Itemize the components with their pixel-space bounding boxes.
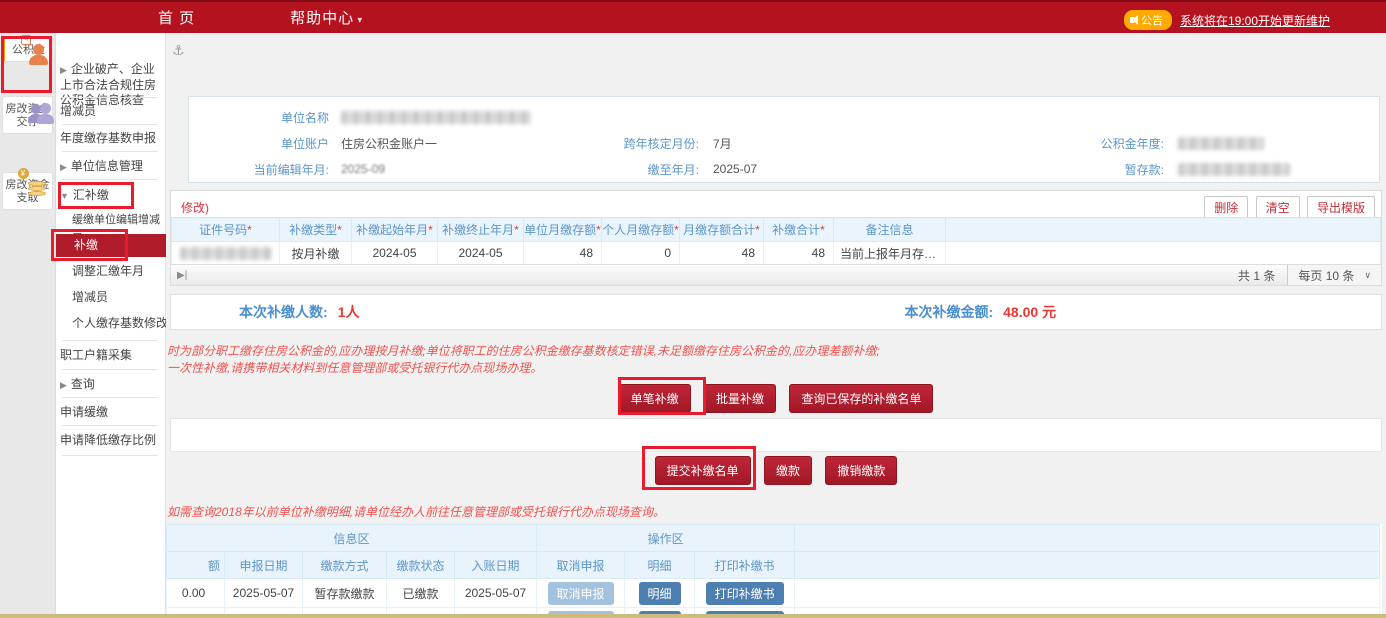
left-icon-rail: ✎ 公积金 房改资金交存 ¥ 房改资金支取 bbox=[0, 33, 56, 618]
clipped-hint-text: 修改) bbox=[181, 199, 209, 216]
submit-list-button[interactable]: 提交补缴名单 bbox=[655, 456, 751, 485]
query-saved-list-button[interactable]: 查询已保存的补缴名单 bbox=[789, 384, 933, 413]
sidebar-item-bujiao-selected[interactable]: 补缴 bbox=[56, 234, 166, 257]
sidebar-item-annual-base[interactable]: 年度缴存基数申报 bbox=[60, 131, 162, 146]
sidebar-item-add-remove[interactable]: 增减员 bbox=[60, 104, 162, 119]
print-supplement-button[interactable]: 打印补缴书 bbox=[706, 582, 784, 605]
rail-item-gongjijin[interactable]: ✎ 公积金 bbox=[2, 37, 53, 62]
single-supplement-button[interactable]: 单笔补缴 bbox=[619, 384, 691, 413]
detail-button[interactable]: 明细 bbox=[639, 582, 681, 605]
sidebar-item-household-collect[interactable]: 职工户籍采集 bbox=[60, 348, 162, 363]
summary-bar: 本次补缴人数: 1人 本次补缴金额: 48.00 元 bbox=[170, 294, 1382, 330]
submit-actions-row: 提交补缴名单 缴款 撤销缴款 bbox=[166, 456, 1386, 485]
chevron-down-icon: ∨ bbox=[1364, 270, 1371, 281]
top-header: 首 页 帮助中心▾ 公告 系统将在19:00开始更新维护 bbox=[0, 2, 1386, 33]
unit-name-label: 单位名称 bbox=[219, 109, 329, 126]
bottom-border-line bbox=[0, 614, 1386, 618]
history-column-header: 额 申报日期 缴款方式 缴款状态 入账日期 取消申报 明细 打印补缴书 bbox=[167, 552, 1380, 579]
deposit-label: 暂存款: bbox=[1039, 161, 1164, 178]
unit-info-panel: 单位名称 单位账户 住房公积金账户一 当前编辑年月: 2025-09 跨年核定月… bbox=[188, 96, 1380, 183]
clear-button[interactable]: 清空 bbox=[1256, 196, 1300, 219]
info-zone-header: 信息区 bbox=[167, 525, 537, 552]
history-panel: 信息区 操作区 额 申报日期 缴款方式 缴款状态 入账日期 取消申报 明细 打印… bbox=[166, 524, 1382, 618]
edit-month-value: 2025-09 bbox=[341, 162, 385, 176]
rail-item-fanggai-jiaocun[interactable]: 房改资金交存 bbox=[2, 96, 53, 134]
policy-note: 时为部分职工缴存住房公积金的,应办理按月补缴;单位将职工的住房公积金缴存基数核定… bbox=[167, 343, 880, 377]
sidebar-item-apply-deferral[interactable]: 申请缓缴 bbox=[60, 405, 162, 420]
chevron-right-icon: ▶ bbox=[60, 380, 67, 390]
query-2018-note: 如需查询2018年以前单位补缴明细,请单位经办人前往任意管理部或受托银行代办点现… bbox=[167, 504, 665, 521]
sidebar-item-bankruptcy-check[interactable]: ▶企业破产、企业上市合法合规住房公积金信息核查 bbox=[60, 62, 162, 108]
rail-item-fanggai-zhiqu[interactable]: ¥ 房改资金支取 bbox=[2, 172, 53, 210]
anchor-collapse-icon[interactable]: ⚓ bbox=[172, 42, 185, 59]
pagination-bar: ▶| 共 1 条 每页 10 条∨ bbox=[171, 264, 1381, 285]
supplement-count-value: 1人 bbox=[338, 302, 360, 322]
cancel-declare-button[interactable]: 取消申报 bbox=[548, 582, 614, 605]
sidebar-item-unit-info[interactable]: ▶单位信息管理 bbox=[60, 159, 162, 175]
batch-supplement-button[interactable]: 批量补缴 bbox=[704, 384, 776, 413]
middle-panel bbox=[170, 418, 1382, 452]
chevron-down-icon: ▼ bbox=[60, 191, 69, 201]
fund-year-label: 公积金年度: bbox=[1039, 135, 1164, 152]
history-table: 信息区 操作区 额 申报日期 缴款方式 缴款状态 入账日期 取消申报 明细 打印… bbox=[166, 524, 1380, 618]
chevron-down-icon: ▾ bbox=[357, 15, 363, 26]
sidebar-item-adjust-month[interactable]: 调整汇缴年月 bbox=[72, 264, 174, 279]
maintenance-notice-link[interactable]: 系统将在19:00开始更新维护 bbox=[1180, 12, 1330, 29]
pay-button[interactable]: 缴款 bbox=[764, 456, 812, 485]
page-size-select[interactable]: 每页 10 条∨ bbox=[1287, 265, 1381, 285]
sidebar-item-add-remove-2[interactable]: 增减员 bbox=[72, 290, 174, 305]
paid-to-label: 缴至年月: bbox=[559, 161, 699, 178]
history-group-header: 信息区 操作区 bbox=[167, 525, 1380, 552]
chevron-right-icon: ▶ bbox=[60, 162, 67, 172]
cancel-pay-button[interactable]: 撤销缴款 bbox=[825, 456, 897, 485]
id-number-redacted bbox=[180, 247, 272, 260]
supplement-amount-value: 48.00 元 bbox=[1003, 302, 1056, 322]
delete-button[interactable]: 删除 bbox=[1204, 196, 1248, 219]
sidebar-item-personal-base[interactable]: 个人缴存基数修改 bbox=[72, 316, 174, 331]
supplement-amount-label: 本次补缴金额: bbox=[904, 302, 993, 322]
supplement-table-row[interactable]: 按月补缴 2024-05 2024-05 48 0 48 48 当前上报年月存… bbox=[172, 242, 1381, 265]
edit-month-label: 当前编辑年月: bbox=[189, 161, 329, 178]
announcement-badge: 公告 bbox=[1124, 10, 1172, 30]
supplement-table: 证件号码* 补缴类型* 补缴起始年月* 补缴终止年月* 单位月缴存额* 个人月缴… bbox=[171, 217, 1381, 265]
supplement-actions-row: 单笔补缴 批量补缴 查询已保存的补缴名单 bbox=[166, 384, 1386, 413]
supplement-table-header: 证件号码* 补缴类型* 补缴起始年月* 补缴终止年月* 单位月缴存额* 个人月缴… bbox=[172, 218, 1381, 242]
chevron-right-icon: ▶ bbox=[60, 65, 67, 75]
sidebar-item-huibujiao-group[interactable]: ▼汇补缴 bbox=[60, 188, 162, 204]
export-template-button[interactable]: 导出模版 bbox=[1307, 196, 1375, 219]
pager-last-icon[interactable]: ▶| bbox=[177, 270, 187, 281]
supplement-count-label: 本次补缴人数: bbox=[239, 302, 328, 322]
pager-total-count: 共 1 条 bbox=[1238, 267, 1275, 284]
unit-name-redacted-value bbox=[341, 111, 531, 124]
operation-zone-header: 操作区 bbox=[537, 525, 795, 552]
history-row: 0.00 2025-05-07 暂存款缴款 已缴款 2025-05-07 取消申… bbox=[167, 579, 1380, 608]
cross-year-value: 7月 bbox=[713, 135, 732, 152]
fund-year-redacted-value bbox=[1178, 137, 1264, 150]
sidebar-item-query[interactable]: ▶查询 bbox=[60, 377, 162, 393]
nav-home[interactable]: 首 页 bbox=[158, 7, 195, 28]
nav-help-center[interactable]: 帮助中心▾ bbox=[290, 7, 363, 28]
deposit-redacted-value bbox=[1178, 163, 1290, 176]
sidebar-item-apply-lower-ratio[interactable]: 申请降低缴存比例 bbox=[60, 433, 162, 448]
unit-account-value: 住房公积金账户一 bbox=[341, 135, 437, 152]
unit-account-label: 单位账户 bbox=[219, 135, 329, 152]
paid-to-value: 2025-07 bbox=[713, 162, 757, 176]
supplement-list-panel: 修改) 删除 清空 导出模版 证件号码* 补缴类型* 补缴起始年月* 补缴终止年… bbox=[170, 190, 1382, 286]
cross-year-label: 跨年核定月份: bbox=[559, 135, 699, 152]
